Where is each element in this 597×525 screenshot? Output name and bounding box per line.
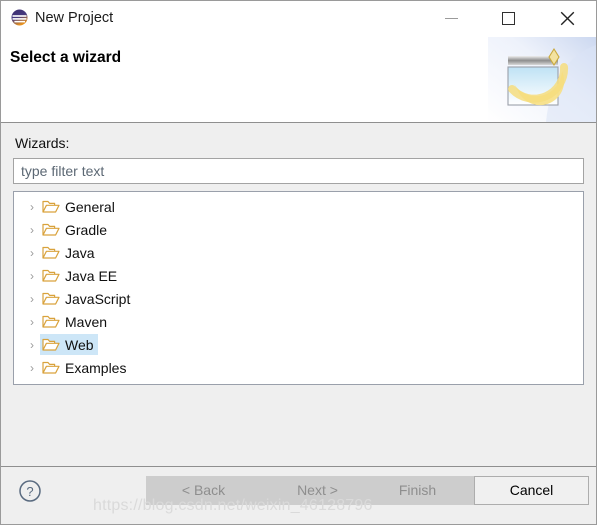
tree-item-label: Java EE [65, 267, 118, 284]
folder-icon [42, 268, 60, 283]
folder-icon [42, 337, 60, 352]
folder-icon [42, 222, 60, 237]
tree-item-java[interactable]: › Java [14, 241, 583, 264]
title-bar: New Project [1, 1, 596, 37]
cancel-button[interactable]: Cancel [474, 476, 589, 505]
tree-item-label: JavaScript [65, 290, 131, 307]
tree-item-content[interactable]: Web [40, 334, 98, 355]
chevron-right-icon[interactable]: › [24, 293, 40, 305]
tree-item-label: Web [65, 336, 94, 353]
tree-item-gradle[interactable]: › Gradle [14, 218, 583, 241]
minimize-icon [444, 17, 458, 19]
folder-icon [42, 291, 60, 306]
tree-item-content[interactable]: Maven [40, 311, 111, 332]
maximize-icon [501, 11, 515, 25]
tree-item-label: General [65, 198, 115, 215]
tree-item-label: Maven [65, 313, 108, 330]
folder-icon [42, 314, 60, 329]
window-title: New Project [35, 10, 114, 26]
new-project-dialog: New Project Select a wizard Wizards: typ… [0, 0, 597, 525]
finish-button[interactable]: Finish [360, 476, 475, 505]
chevron-right-icon[interactable]: › [24, 362, 40, 374]
chevron-right-icon[interactable]: › [24, 201, 40, 213]
tree-item-label: Gradle [65, 221, 108, 238]
tree-item-maven[interactable]: › Maven [14, 310, 583, 333]
folder-icon [42, 245, 60, 260]
folder-icon [42, 360, 60, 375]
back-button[interactable]: < Back [146, 476, 261, 505]
wizards-tree[interactable]: › General › Gradle › Java › Java EE › JavaScript ›… [13, 191, 584, 385]
next-button[interactable]: Next > [260, 476, 375, 505]
tree-item-content[interactable]: General [40, 196, 119, 217]
chevron-right-icon[interactable]: › [24, 247, 40, 259]
tree-item-content[interactable]: Java EE [40, 265, 121, 286]
dialog-footer: ? < Back Next > Finish Cancel [1, 466, 596, 524]
maximize-button[interactable] [485, 1, 531, 35]
chevron-right-icon[interactable]: › [24, 224, 40, 236]
tree-item-examples[interactable]: › Examples [14, 356, 583, 379]
dialog-header: Select a wizard [1, 37, 596, 123]
help-question-icon[interactable]: ? [18, 479, 42, 503]
minimize-button[interactable] [428, 1, 474, 35]
dialog-body: Wizards: › General › Gradle › Java › Java EE › Ja… [1, 123, 596, 466]
tree-item-content[interactable]: Examples [40, 357, 130, 378]
page-title: Select a wizard [10, 49, 122, 66]
folder-icon [42, 199, 60, 214]
close-icon [560, 11, 574, 25]
close-button[interactable] [544, 1, 590, 35]
tree-item-content[interactable]: Gradle [40, 219, 111, 240]
tree-item-label: Java [65, 244, 95, 261]
tree-item-javascript[interactable]: › JavaScript [14, 287, 583, 310]
chevron-right-icon[interactable]: › [24, 270, 40, 282]
tree-item-content[interactable]: Java [40, 242, 99, 263]
chevron-right-icon[interactable]: › [24, 316, 40, 328]
tree-item-web[interactable]: › Web [14, 333, 583, 356]
wizards-label: Wizards: [15, 135, 70, 151]
svg-text:?: ? [26, 484, 33, 499]
tree-item-general[interactable]: › General [14, 195, 583, 218]
tree-item-content[interactable]: JavaScript [40, 288, 134, 309]
new-project-banner-icon [488, 37, 596, 122]
eclipse-sphere-icon [11, 9, 28, 26]
filter-input[interactable] [13, 158, 584, 184]
chevron-right-icon[interactable]: › [24, 339, 40, 351]
tree-item-label: Examples [65, 359, 127, 376]
tree-item-java-ee[interactable]: › Java EE [14, 264, 583, 287]
